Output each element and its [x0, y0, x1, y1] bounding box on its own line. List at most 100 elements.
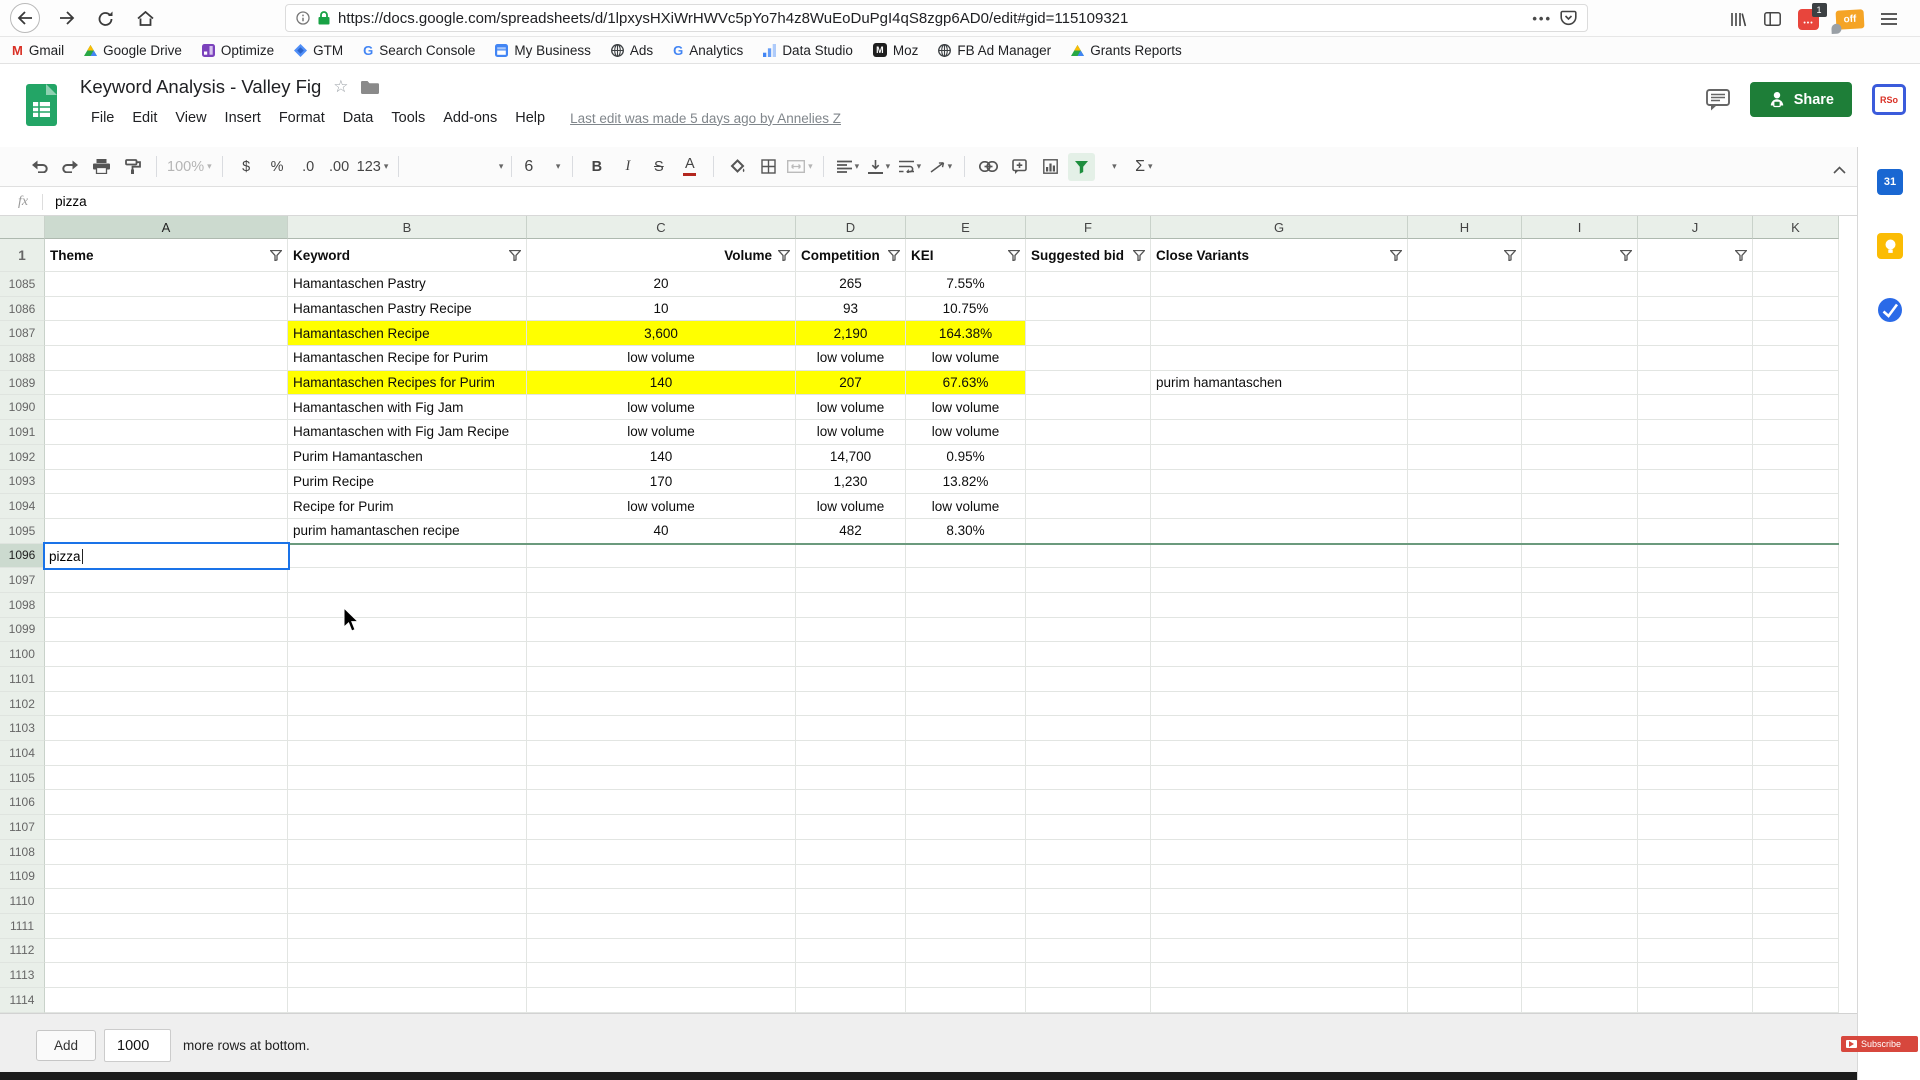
filter-icon[interactable] — [1390, 250, 1402, 261]
column-header-G[interactable]: G — [1151, 216, 1408, 239]
cell-I1[interactable] — [1522, 239, 1638, 272]
account-avatar[interactable]: RSo — [1872, 84, 1906, 115]
cell-K1103[interactable] — [1753, 716, 1839, 741]
cell-J1102[interactable] — [1638, 692, 1753, 717]
cell-C1111[interactable] — [527, 914, 796, 939]
bookmark-data-studio[interactable]: Data Studio — [763, 43, 853, 58]
cell-H1088[interactable] — [1408, 346, 1522, 371]
row-header-1100[interactable]: 1100 — [0, 642, 45, 667]
cell-C1089[interactable]: 140 — [527, 371, 796, 396]
cell-F1110[interactable] — [1026, 889, 1151, 914]
filter-icon[interactable] — [1008, 250, 1020, 261]
cell-B1103[interactable] — [288, 716, 527, 741]
cell-E1095[interactable]: 8.30% — [906, 519, 1026, 544]
row-header-1108[interactable]: 1108 — [0, 840, 45, 865]
column-header-I[interactable]: I — [1522, 216, 1638, 239]
more-formats-button[interactable]: 123▾ — [357, 153, 389, 181]
cell-D1095[interactable]: 482 — [796, 519, 906, 544]
cell-A1112[interactable] — [45, 939, 288, 964]
cell-J1097[interactable] — [1638, 568, 1753, 593]
cell-A1113[interactable] — [45, 963, 288, 988]
cell-I1114[interactable] — [1522, 988, 1638, 1013]
cell-I1085[interactable] — [1522, 272, 1638, 297]
cell-editor[interactable]: pizza — [43, 542, 290, 571]
cell-G1087[interactable] — [1151, 321, 1408, 346]
cell-C1099[interactable] — [527, 618, 796, 643]
cell-I1088[interactable] — [1522, 346, 1638, 371]
cell-D1094[interactable]: low volume — [796, 494, 906, 519]
cell-K1099[interactable] — [1753, 618, 1839, 643]
cell-J1088[interactable] — [1638, 346, 1753, 371]
cell-B1085[interactable]: Hamantaschen Pastry — [288, 272, 527, 297]
cell-F1095[interactable] — [1026, 519, 1151, 544]
cell-F1105[interactable] — [1026, 766, 1151, 791]
cell-D1085[interactable]: 265 — [796, 272, 906, 297]
cell-E1085[interactable]: 7.55% — [906, 272, 1026, 297]
borders-button[interactable] — [755, 153, 782, 181]
row-header-1101[interactable]: 1101 — [0, 667, 45, 692]
cell-C1110[interactable] — [527, 889, 796, 914]
cell-D1109[interactable] — [796, 865, 906, 890]
cell-I1090[interactable] — [1522, 395, 1638, 420]
cell-C1105[interactable] — [527, 766, 796, 791]
cell-A1086[interactable] — [45, 297, 288, 322]
cell-H1092[interactable] — [1408, 445, 1522, 470]
cell-E1108[interactable] — [906, 840, 1026, 865]
column-header-B[interactable]: B — [288, 216, 527, 239]
row-header-1103[interactable]: 1103 — [0, 716, 45, 741]
cell-D1089[interactable]: 207 — [796, 371, 906, 396]
cell-B1108[interactable] — [288, 840, 527, 865]
bookmark-optimize[interactable]: Optimize — [202, 43, 274, 58]
text-color-button[interactable]: A — [676, 153, 703, 181]
cell-F1108[interactable] — [1026, 840, 1151, 865]
cell-B1095[interactable]: purim hamantaschen recipe — [288, 519, 527, 544]
cell-A1098[interactable] — [45, 593, 288, 618]
cell-D1102[interactable] — [796, 692, 906, 717]
cell-I1107[interactable] — [1522, 815, 1638, 840]
cell-E1111[interactable] — [906, 914, 1026, 939]
cell-H1094[interactable] — [1408, 494, 1522, 519]
cell-I1110[interactable] — [1522, 889, 1638, 914]
print-button[interactable] — [88, 153, 115, 181]
cell-A1102[interactable] — [45, 692, 288, 717]
cell-F1094[interactable] — [1026, 494, 1151, 519]
cell-E1110[interactable] — [906, 889, 1026, 914]
cell-C1091[interactable]: low volume — [527, 420, 796, 445]
cell-G1098[interactable] — [1151, 593, 1408, 618]
cell-J1085[interactable] — [1638, 272, 1753, 297]
keep-icon[interactable] — [1877, 233, 1903, 259]
cell-H1[interactable] — [1408, 239, 1522, 272]
cell-H1110[interactable] — [1408, 889, 1522, 914]
cell-J1100[interactable] — [1638, 642, 1753, 667]
cell-A1104[interactable] — [45, 741, 288, 766]
cell-F1092[interactable] — [1026, 445, 1151, 470]
cell-A1087[interactable] — [45, 321, 288, 346]
cell-F1097[interactable] — [1026, 568, 1151, 593]
menu-view[interactable]: View — [166, 110, 215, 126]
cell-D1106[interactable] — [796, 790, 906, 815]
cell-C1097[interactable] — [527, 568, 796, 593]
cell-B1106[interactable] — [288, 790, 527, 815]
cell-C1101[interactable] — [527, 667, 796, 692]
cell-E1113[interactable] — [906, 963, 1026, 988]
cell-I1086[interactable] — [1522, 297, 1638, 322]
cell-J1087[interactable] — [1638, 321, 1753, 346]
cell-G1097[interactable] — [1151, 568, 1408, 593]
filter-icon[interactable] — [1133, 250, 1145, 261]
cell-F1[interactable]: Suggested bid — [1026, 239, 1151, 272]
cell-D1090[interactable]: low volume — [796, 395, 906, 420]
cell-D1101[interactable] — [796, 667, 906, 692]
cell-J1086[interactable] — [1638, 297, 1753, 322]
cell-K1111[interactable] — [1753, 914, 1839, 939]
cell-C1090[interactable]: low volume — [527, 395, 796, 420]
cell-B1112[interactable] — [288, 939, 527, 964]
cell-B1087[interactable]: Hamantaschen Recipe — [288, 321, 527, 346]
bookmark-gtm[interactable]: GTM — [294, 43, 343, 58]
cell-G1105[interactable] — [1151, 766, 1408, 791]
cell-B1091[interactable]: Hamantaschen with Fig Jam Recipe — [288, 420, 527, 445]
cell-G1088[interactable] — [1151, 346, 1408, 371]
cell-F1093[interactable] — [1026, 470, 1151, 495]
cell-K1093[interactable] — [1753, 470, 1839, 495]
cell-E1105[interactable] — [906, 766, 1026, 791]
cell-C1088[interactable]: low volume — [527, 346, 796, 371]
